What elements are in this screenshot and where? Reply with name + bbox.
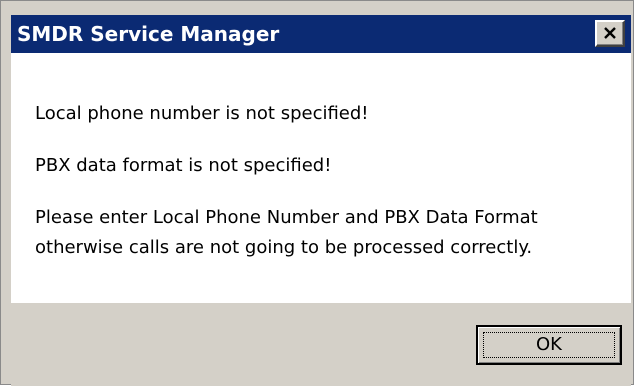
button-area: OK <box>11 303 631 386</box>
window-title: SMDR Service Manager <box>17 22 280 46</box>
message-local-phone: Local phone number is not specified! <box>35 103 369 124</box>
ok-button-label: OK <box>536 334 562 355</box>
message-pbx-format: PBX data format is not specified! <box>35 155 332 176</box>
message-dialog: SMDR Service Manager Local phone number … <box>0 0 634 386</box>
close-icon <box>604 27 616 39</box>
close-button[interactable] <box>595 20 625 47</box>
message-instructions-line2: otherwise calls are not going to be proc… <box>35 237 533 258</box>
message-area: Local phone number is not specified! PBX… <box>11 53 631 303</box>
message-instructions: Please enter Local Phone Number and PBX … <box>35 203 538 263</box>
title-bar[interactable]: SMDR Service Manager <box>11 15 631 53</box>
message-instructions-line1: Please enter Local Phone Number and PBX … <box>35 207 538 228</box>
ok-button[interactable]: OK <box>476 325 622 365</box>
